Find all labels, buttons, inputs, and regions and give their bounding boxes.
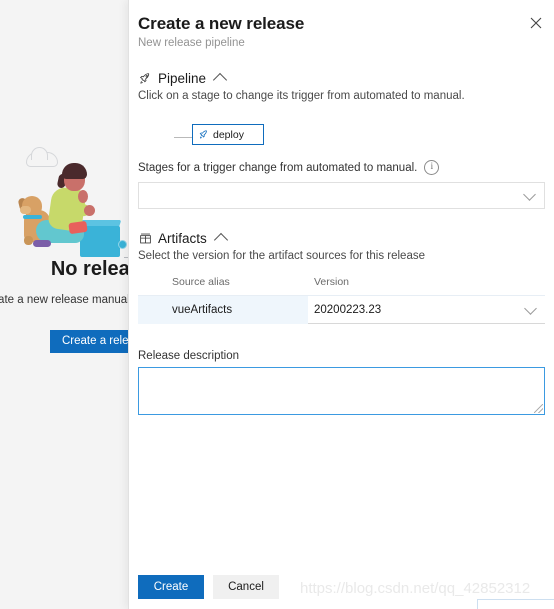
pipeline-section-title: Pipeline <box>158 71 207 86</box>
chevron-down-icon <box>523 187 536 201</box>
pipeline-section-header[interactable]: Pipeline <box>138 71 545 88</box>
person-hand-2 <box>78 190 88 203</box>
create-release-panel: Create a new release New release pipelin… <box>128 0 554 609</box>
artifacts-section-title: Artifacts <box>158 231 207 246</box>
cloud-icon <box>26 147 58 167</box>
panel-header: Create a new release New release pipelin… <box>129 0 554 49</box>
artifact-version-value: 20200223.23 <box>314 303 382 316</box>
release-description-input[interactable] <box>139 368 544 414</box>
artifact-version-select[interactable]: 20200223.23 <box>308 296 545 324</box>
release-description-block: Release description <box>138 350 545 415</box>
pipeline-stage-label: deploy <box>213 128 244 141</box>
page-title: Create a new release <box>138 14 305 33</box>
artifacts-section-header[interactable]: Artifacts <box>138 231 545 248</box>
artifacts-section: Artifacts Select the version for the art… <box>129 231 554 415</box>
column-header-source-alias: Source alias <box>172 276 230 288</box>
info-icon[interactable]: i <box>424 160 440 175</box>
resize-handle[interactable] <box>534 404 543 413</box>
stages-field-label-text: Stages for a trigger change from automat… <box>138 161 418 174</box>
dog-snout <box>20 206 31 214</box>
chevron-up-icon[interactable] <box>212 72 228 88</box>
artifacts-table-header: Source alias Version <box>138 276 545 295</box>
stages-select[interactable] <box>138 182 545 209</box>
artifact-source-alias: vueArtifacts <box>172 304 233 316</box>
rocket-icon <box>199 129 209 140</box>
panel-subtitle: New release pipeline <box>138 37 245 49</box>
rocket-icon <box>138 72 152 86</box>
column-header-version: Version <box>314 276 350 288</box>
release-description-wrapper <box>138 367 545 415</box>
pipeline-stage-deploy[interactable]: deploy <box>192 124 264 145</box>
panel-footer: Create Cancel <box>129 575 554 609</box>
artifacts-section-description: Select the version for the artifact sour… <box>138 250 425 262</box>
pipeline-graph: deploy <box>138 116 545 160</box>
close-icon[interactable] <box>524 11 548 35</box>
chevron-down-icon <box>524 301 537 315</box>
dog-collar <box>23 215 42 219</box>
dog-leg <box>24 236 33 245</box>
artifacts-table: Source alias Version vueArtifacts 202002… <box>138 276 545 324</box>
person-shoe <box>33 240 51 247</box>
cancel-button[interactable]: Cancel <box>213 575 279 599</box>
person-hair <box>62 163 87 179</box>
release-description-label: Release description <box>138 350 240 362</box>
package-icon <box>138 232 152 246</box>
create-button[interactable]: Create <box>138 575 204 599</box>
table-row[interactable]: vueArtifacts 20200223.23 <box>138 295 545 324</box>
pipeline-section-description: Click on a stage to change its trigger f… <box>138 90 465 102</box>
empty-state-illustration <box>6 147 151 260</box>
stages-field-label: Stages for a trigger change from automat… <box>138 160 545 175</box>
chevron-up-icon[interactable] <box>213 232 228 248</box>
footer-stub-box <box>477 599 554 609</box>
pipeline-section: Pipeline Click on a stage to change its … <box>129 71 554 209</box>
person-hand <box>84 205 95 216</box>
